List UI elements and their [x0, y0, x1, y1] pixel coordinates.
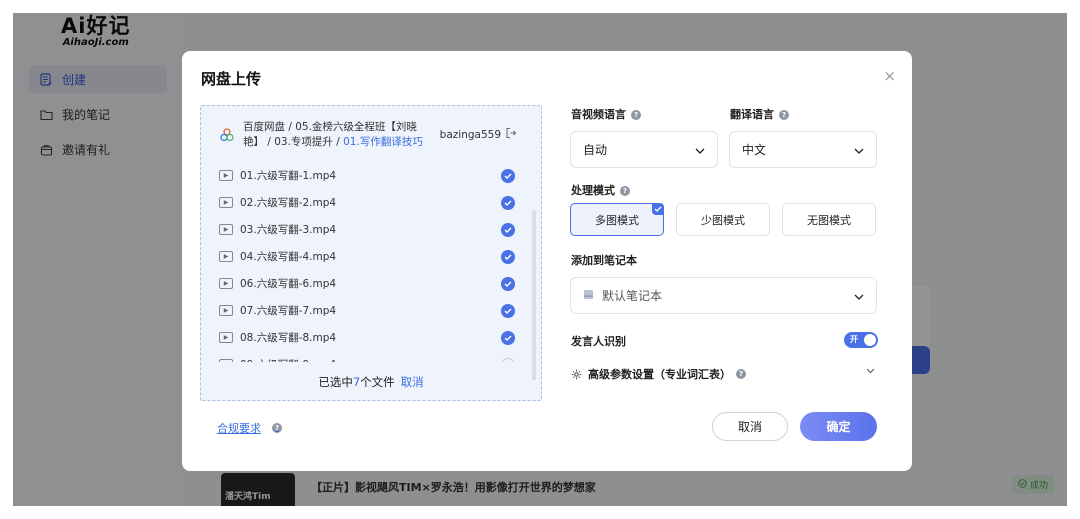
logout-icon[interactable] [505, 127, 517, 142]
translate-language-select[interactable]: 中文 [729, 131, 877, 168]
username: bazinga559 [439, 128, 501, 141]
chevron-down-icon [695, 143, 705, 157]
checkbox-checked-icon[interactable] [501, 276, 515, 291]
file-list-item[interactable]: ▶ 01.六级写翻-1.mp4 [219, 162, 515, 189]
file-name: 07.六级写翻-7.mp4 [240, 305, 337, 317]
chevron-down-icon[interactable] [866, 366, 875, 377]
file-name: 01.六级写翻-1.mp4 [240, 170, 337, 182]
advanced-settings-toggle[interactable]: 高级参数设置（专业词汇表）? [571, 366, 746, 382]
help-icon[interactable]: ? [631, 110, 641, 120]
audio-language-select[interactable]: 自动 [570, 131, 718, 168]
mode-label-few: 少图模式 [701, 213, 745, 227]
checkbox-checked-icon[interactable] [501, 330, 515, 345]
notebook-value-wrap: 默认笔记本 [583, 287, 662, 304]
selection-summary: 已选中7个文件 取消 [201, 374, 541, 390]
help-icon[interactable]: ? [736, 369, 746, 379]
video-file-icon: ▶ [219, 359, 233, 362]
mode-label-none: 无图模式 [807, 213, 851, 227]
close-icon[interactable]: × [883, 69, 896, 84]
help-icon[interactable]: ? [779, 110, 789, 120]
help-icon[interactable]: ? [272, 423, 282, 433]
compliance-text[interactable]: 合规要求 [217, 420, 261, 436]
translate-language-label-text: 翻译语言 [730, 108, 774, 121]
translate-language-label: 翻译语言? [730, 106, 789, 122]
checkbox-checked-icon[interactable] [501, 195, 515, 210]
selection-prefix: 已选中 [318, 375, 353, 389]
breadcrumb-path: 百度网盘 / 05.金榜六级全程班【刘晓艳】 / 03.专项提升 / 01.写作… [243, 120, 435, 150]
file-name: 09.六级写翻-9.mp4 [240, 357, 336, 362]
mode-no-image-button[interactable]: 无图模式 [782, 203, 876, 236]
video-file-icon: ▶ [219, 251, 233, 262]
dialog-title: 网盘上传 [201, 70, 262, 88]
file-list-item[interactable]: ▶ 08.六级写翻-8.mp4 [219, 324, 515, 351]
help-icon[interactable]: ? [620, 186, 630, 196]
file-list-item[interactable]: ▶ 02.六级写翻-2.mp4 [219, 189, 515, 216]
video-file-icon: ▶ [219, 332, 233, 343]
file-list-item[interactable]: ▶ 07.六级写翻-7.mp4 [219, 297, 515, 324]
upload-dialog: 网盘上传 × 百度网盘 / 05.金榜六级全程班【刘晓艳】 / 03.专项提升 … [182, 51, 912, 471]
checkbox-empty-icon[interactable] [501, 357, 515, 362]
audio-language-label: 音视频语言? [571, 106, 641, 122]
breadcrumb-current[interactable]: 01.写作翻译技巧 [343, 136, 423, 148]
checkbox-checked-icon[interactable] [501, 249, 515, 264]
video-file-icon: ▶ [219, 278, 233, 289]
file-name: 08.六级写翻-8.mp4 [240, 332, 337, 344]
file-list-item[interactable]: ▶ 06.六级写翻-6.mp4 [219, 270, 515, 297]
toggle-label: 开 [850, 335, 858, 344]
speaker-label: 发言人识别 [571, 335, 626, 348]
selection-suffix: 个文件 [360, 375, 395, 389]
file-list-item[interactable]: ▶ 04.六级写翻-4.mp4 [219, 243, 515, 270]
chevron-down-icon [854, 289, 864, 303]
checkbox-checked-icon[interactable] [501, 168, 515, 183]
checkbox-checked-icon[interactable] [501, 303, 515, 318]
mode-label: 处理模式? [571, 182, 630, 198]
compliance-link[interactable]: 合规要求 ? [217, 420, 282, 436]
audio-language-value: 自动 [583, 143, 608, 157]
notebook-value: 默认笔记本 [602, 289, 663, 303]
video-file-icon: ▶ [219, 197, 233, 208]
advanced-settings-label: 高级参数设置（专业词汇表） [588, 368, 731, 381]
audio-language-label-text: 音视频语言 [571, 108, 626, 121]
file-list: ▶ 01.六级写翻-1.mp4 ▶ 02.六级写翻-2.mp4 ▶ 03.六级写翻-3.m… [219, 162, 515, 362]
notebook-icon [583, 289, 594, 303]
file-name: 06.六级写翻-6.mp4 [240, 278, 337, 290]
check-icon [652, 203, 664, 215]
video-file-icon: ▶ [219, 170, 233, 181]
mode-few-image-button[interactable]: 少图模式 [676, 203, 770, 236]
checkbox-checked-icon[interactable] [501, 222, 515, 237]
chevron-down-icon [854, 143, 864, 157]
mode-label-multi: 多图模式 [595, 213, 639, 227]
file-name: 03.六级写翻-3.mp4 [240, 224, 337, 236]
clear-selection-link[interactable]: 取消 [401, 375, 424, 389]
speaker-toggle[interactable]: 开 [844, 332, 878, 348]
breadcrumb: 百度网盘 / 05.金榜六级全程班【刘晓艳】 / 03.专项提升 / 01.写作… [219, 120, 435, 150]
file-picker-panel: 百度网盘 / 05.金榜六级全程班【刘晓艳】 / 03.专项提升 / 01.写作… [200, 105, 542, 401]
gear-icon [571, 369, 582, 380]
file-list-item[interactable]: ▶ 09.六级写翻-9.mp4 [219, 351, 515, 362]
scrollbar[interactable] [532, 210, 536, 380]
mode-multi-image-button[interactable]: 多图模式 [570, 203, 664, 236]
confirm-button[interactable]: 确定 [800, 412, 877, 441]
mode-label-text: 处理模式 [571, 184, 615, 197]
account-info: bazinga559 [440, 127, 517, 142]
notebook-label: 添加到笔记本 [571, 254, 637, 267]
notebook-select[interactable]: 默认笔记本 [570, 277, 877, 314]
video-file-icon: ▶ [219, 305, 233, 316]
file-name: 02.六级写翻-2.mp4 [240, 197, 337, 209]
file-name: 04.六级写翻-4.mp4 [240, 251, 337, 263]
video-file-icon: ▶ [219, 224, 233, 235]
file-list-item[interactable]: ▶ 03.六级写翻-3.mp4 [219, 216, 515, 243]
cloud-drive-icon [219, 127, 235, 143]
translate-language-value: 中文 [742, 143, 767, 157]
toggle-knob [864, 334, 876, 346]
cancel-button[interactable]: 取消 [712, 412, 788, 441]
